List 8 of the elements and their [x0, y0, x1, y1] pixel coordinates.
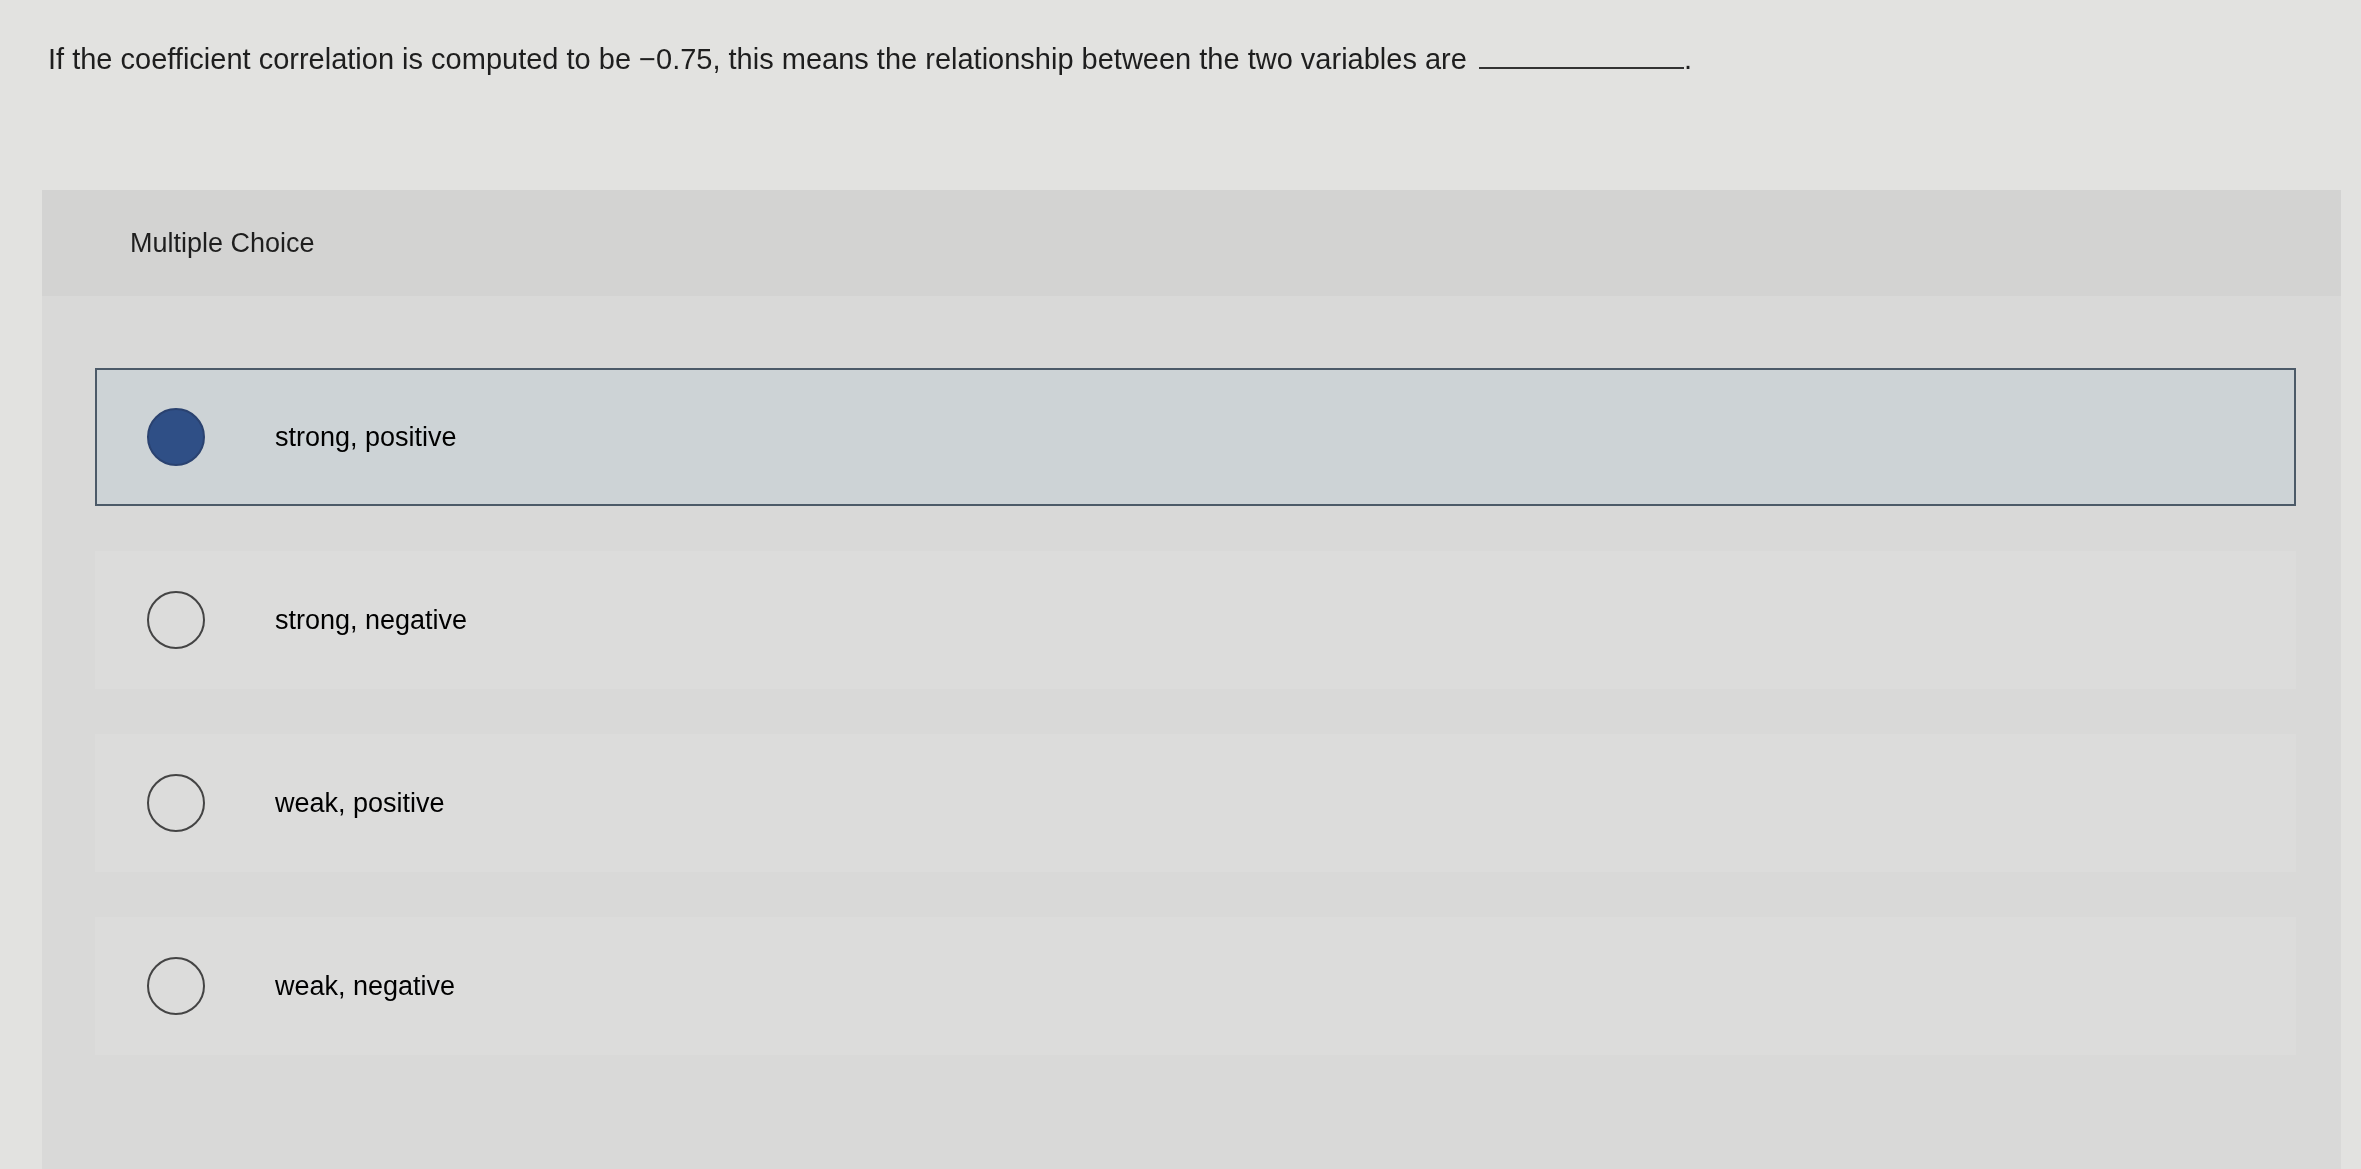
- radio-button[interactable]: [147, 957, 205, 1015]
- radio-button[interactable]: [147, 591, 205, 649]
- period-text: .: [1683, 43, 1692, 75]
- question-type-label: Multiple Choice: [130, 226, 315, 260]
- question-text: If the coefficient correlation is computed to be −0.75, this means the relationship between the two variables are: [48, 43, 1467, 75]
- radio-button[interactable]: [147, 408, 205, 466]
- radio-button[interactable]: [147, 774, 205, 832]
- answer-option[interactable]: strong, positive: [95, 368, 2296, 506]
